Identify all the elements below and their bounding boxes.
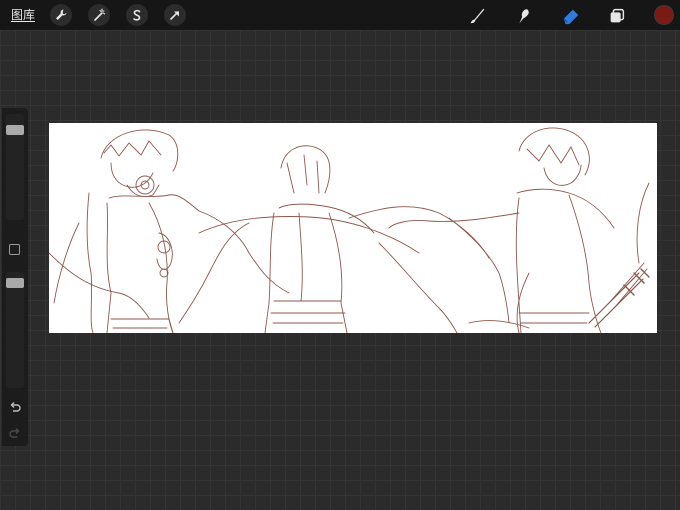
undo-icon[interactable] <box>8 400 22 414</box>
eraser-icon[interactable] <box>560 5 582 27</box>
square-icon[interactable] <box>9 244 20 255</box>
sketch-artwork <box>49 127 650 333</box>
smudge-icon[interactable] <box>513 5 535 27</box>
opacity-slider-handle[interactable] <box>6 278 24 288</box>
selection-icon[interactable] <box>126 4 148 26</box>
wrench-icon[interactable] <box>50 4 72 26</box>
brush-size-slider-handle[interactable] <box>6 125 24 135</box>
gallery-button[interactable]: 图库 <box>11 6 35 23</box>
redo-icon[interactable] <box>8 426 22 440</box>
magic-wand-icon[interactable] <box>88 4 110 26</box>
color-picker-button[interactable] <box>655 6 673 24</box>
opacity-slider[interactable] <box>6 272 24 388</box>
layers-icon[interactable] <box>606 5 628 27</box>
drawing-canvas[interactable] <box>49 123 657 333</box>
brush-icon[interactable] <box>466 5 488 27</box>
transform-arrow-icon[interactable] <box>164 4 186 26</box>
sidebar <box>2 108 28 446</box>
top-toolbar: 图库 <box>0 0 680 30</box>
brush-size-slider[interactable] <box>6 114 24 220</box>
